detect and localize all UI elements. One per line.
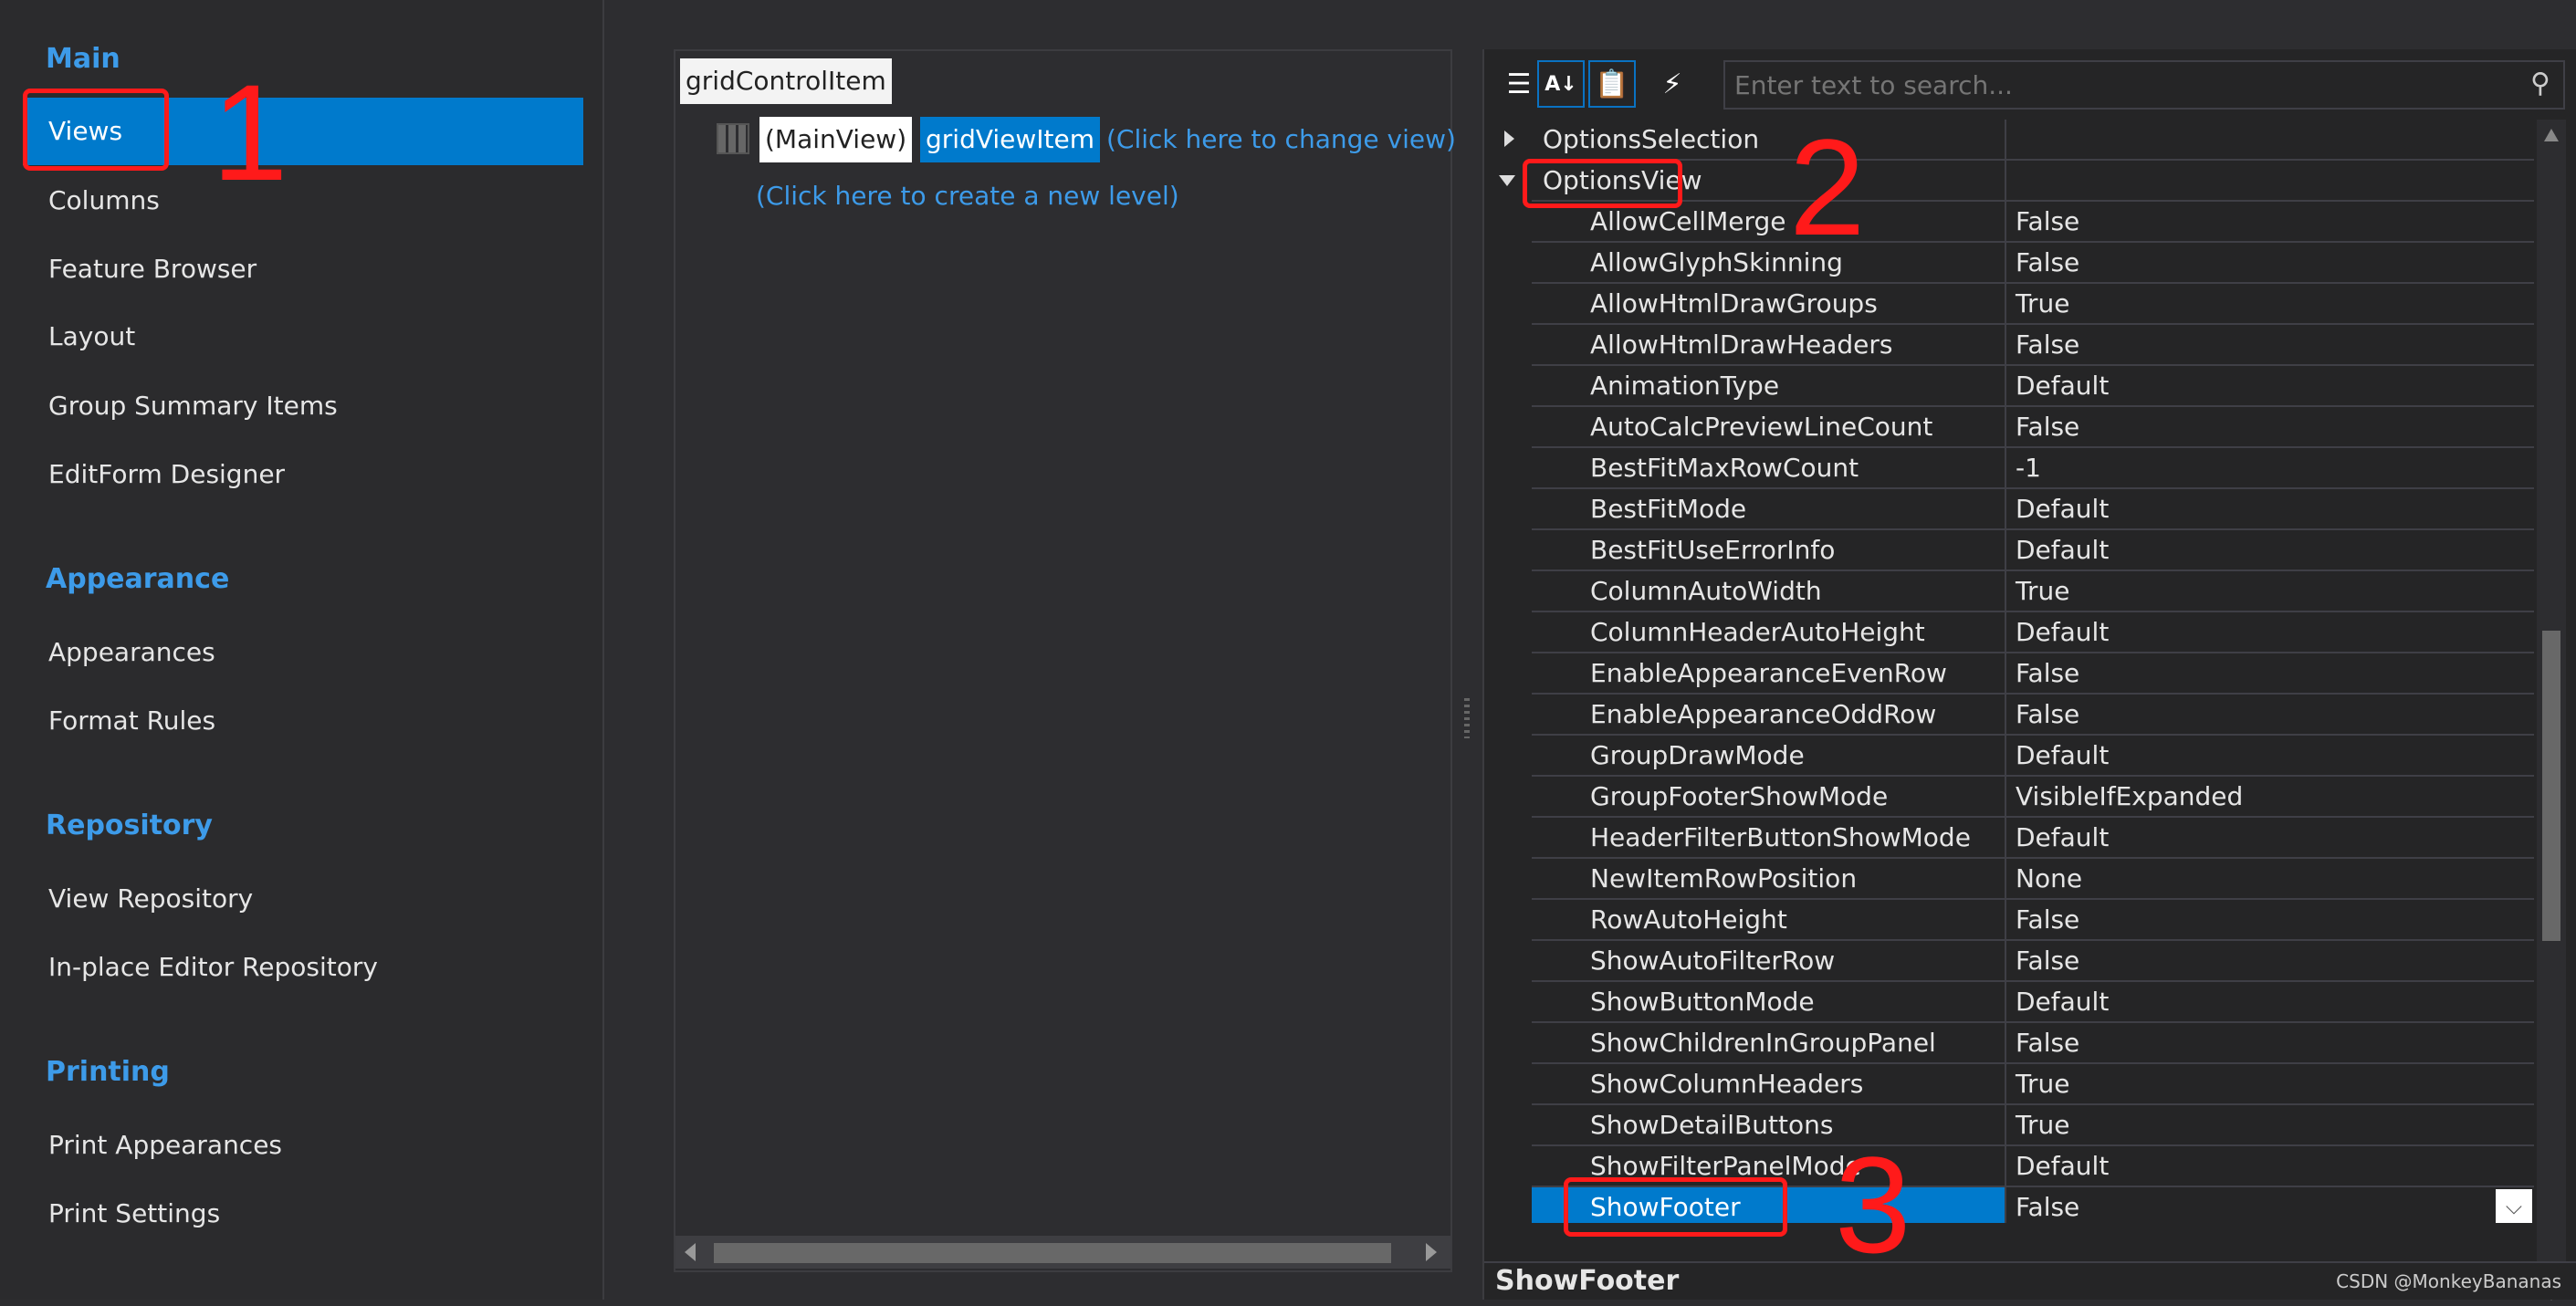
property-value[interactable]: Default <box>2006 366 2534 405</box>
property-value[interactable]: False <box>2006 407 2534 446</box>
property-row[interactable]: ShowDetailButtons True <box>1532 1105 2534 1146</box>
property-value[interactable]: None <box>2006 859 2534 898</box>
property-value[interactable]: False <box>2006 1187 2534 1223</box>
property-row[interactable]: BestFitMode Default <box>1532 489 2534 530</box>
property-name: BestFitMode <box>1532 489 2006 530</box>
annotation-box <box>1564 1177 1787 1237</box>
property-row[interactable]: EnableAppearanceEvenRow False <box>1532 653 2534 695</box>
property-row[interactable]: ColumnHeaderAutoHeight Default <box>1532 612 2534 653</box>
property-name: NewItemRowPosition <box>1532 859 2006 900</box>
property-name: EnableAppearanceOddRow <box>1532 695 2006 736</box>
watermark: CSDN @MonkeyBananas <box>2336 1270 2561 1292</box>
property-value[interactable]: False <box>2006 941 2534 980</box>
property-name: ShowDetailButtons <box>1532 1105 2006 1146</box>
property-name: EnableAppearanceEvenRow <box>1532 653 2006 695</box>
property-name: ShowColumnHeaders <box>1532 1064 2006 1105</box>
property-row[interactable]: ColumnAutoWidth True <box>1532 571 2534 612</box>
scroll-right-icon[interactable] <box>1426 1243 1437 1261</box>
property-value[interactable]: False <box>2006 325 2534 364</box>
description-title: ShowFooter <box>1495 1265 1680 1297</box>
property-value[interactable]: Default <box>2006 818 2534 857</box>
annotation-box <box>23 89 169 171</box>
property-name: BestFitUseErrorInfo <box>1532 530 2006 571</box>
property-value[interactable]: True <box>2006 1064 2534 1103</box>
annotation-number: 1 <box>212 56 288 209</box>
property-row[interactable]: BestFitUseErrorInfo Default <box>1532 530 2534 571</box>
property-value[interactable]: True <box>2006 284 2534 323</box>
property-row[interactable]: RowAutoHeight False <box>1532 900 2534 941</box>
property-value[interactable]: False <box>2006 900 2534 939</box>
property-row[interactable]: AllowCellMerge False <box>1532 202 2534 243</box>
property-row[interactable]: GroupDrawMode Default <box>1532 736 2534 777</box>
property-name: RowAutoHeight <box>1532 900 2006 941</box>
property-value[interactable]: -1 <box>2006 448 2534 487</box>
property-name: AutoCalcPreviewLineCount <box>1532 407 2006 448</box>
property-name: GroupFooterShowMode <box>1532 777 2006 818</box>
property-value[interactable]: VisibleIfExpanded <box>2006 777 2534 816</box>
category-row[interactable]: OptionsSelection <box>1504 120 2534 161</box>
property-row[interactable]: AllowHtmlDrawHeaders False <box>1532 325 2534 366</box>
scroll-thumb[interactable] <box>714 1243 1391 1263</box>
property-value[interactable]: False <box>2006 653 2534 693</box>
property-name: ShowChildrenInGroupPanel <box>1532 1023 2006 1064</box>
property-row[interactable]: ShowButtonMode Default <box>1532 982 2534 1023</box>
property-name: BestFitMaxRowCount <box>1532 448 2006 489</box>
property-value[interactable]: True <box>2006 571 2534 611</box>
property-value[interactable]: Default <box>2006 612 2534 652</box>
property-value[interactable]: Default <box>2006 489 2534 528</box>
property-name: OptionsSelection <box>1532 120 2006 161</box>
property-row[interactable]: ShowChildrenInGroupPanel False <box>1532 1023 2534 1064</box>
property-row[interactable]: HeaderFilterButtonShowMode Default <box>1532 818 2534 859</box>
property-value[interactable]: Default <box>2006 982 2534 1021</box>
property-name: GroupDrawMode <box>1532 736 2006 777</box>
property-row[interactable]: EnableAppearanceOddRow False <box>1532 695 2534 736</box>
property-name: ShowAutoFilterRow <box>1532 941 2006 982</box>
property-value[interactable]: False <box>2006 243 2534 282</box>
scroll-left-icon[interactable] <box>685 1243 696 1261</box>
property-value[interactable]: Default <box>2006 736 2534 775</box>
property-name: AllowHtmlDrawGroups <box>1532 284 2006 325</box>
property-name: HeaderFilterButtonShowMode <box>1532 818 2006 859</box>
property-name: AllowGlyphSkinning <box>1532 243 2006 284</box>
property-name: ColumnHeaderAutoHeight <box>1532 612 2006 653</box>
property-name: AllowHtmlDrawHeaders <box>1532 325 2006 366</box>
property-name: ColumnAutoWidth <box>1532 571 2006 612</box>
property-row[interactable]: AutoCalcPreviewLineCount False <box>1532 407 2534 448</box>
property-row[interactable]: GroupFooterShowMode VisibleIfExpanded <box>1532 777 2534 818</box>
collapse-arrow-icon[interactable] <box>1499 175 1515 186</box>
property-row[interactable]: AllowGlyphSkinning False <box>1532 243 2534 284</box>
expand-arrow-icon[interactable] <box>1504 131 1514 147</box>
property-row[interactable]: ShowColumnHeaders True <box>1532 1064 2534 1105</box>
property-row[interactable]: AnimationType Default <box>1532 366 2534 407</box>
horizontal-scrollbar[interactable] <box>675 1236 1450 1269</box>
property-value[interactable]: Default <box>2006 1146 2534 1186</box>
annotation-number: 3 <box>1835 1128 1911 1281</box>
property-value[interactable]: False <box>2006 695 2534 734</box>
property-row[interactable]: NewItemRowPosition None <box>1532 859 2534 900</box>
property-row[interactable]: ShowAutoFilterRow False <box>1532 941 2534 982</box>
annotation-number: 2 <box>1789 110 1866 264</box>
property-row[interactable]: AllowHtmlDrawGroups True <box>1532 284 2534 325</box>
property-value[interactable]: True <box>2006 1105 2534 1144</box>
annotation-box <box>1523 159 1682 208</box>
property-value[interactable]: False <box>2006 1023 2534 1062</box>
property-value[interactable]: False <box>2006 202 2534 241</box>
description-panel: ShowFooter CSDN @MonkeyBananas <box>1484 1261 2576 1300</box>
property-value[interactable]: Default <box>2006 530 2534 569</box>
property-name: ShowButtonMode <box>1532 982 2006 1023</box>
property-row[interactable]: BestFitMaxRowCount -1 <box>1532 448 2534 489</box>
property-name: AnimationType <box>1532 366 2006 407</box>
dropdown-chevron-icon[interactable]: ⌵ <box>2496 1189 2532 1223</box>
